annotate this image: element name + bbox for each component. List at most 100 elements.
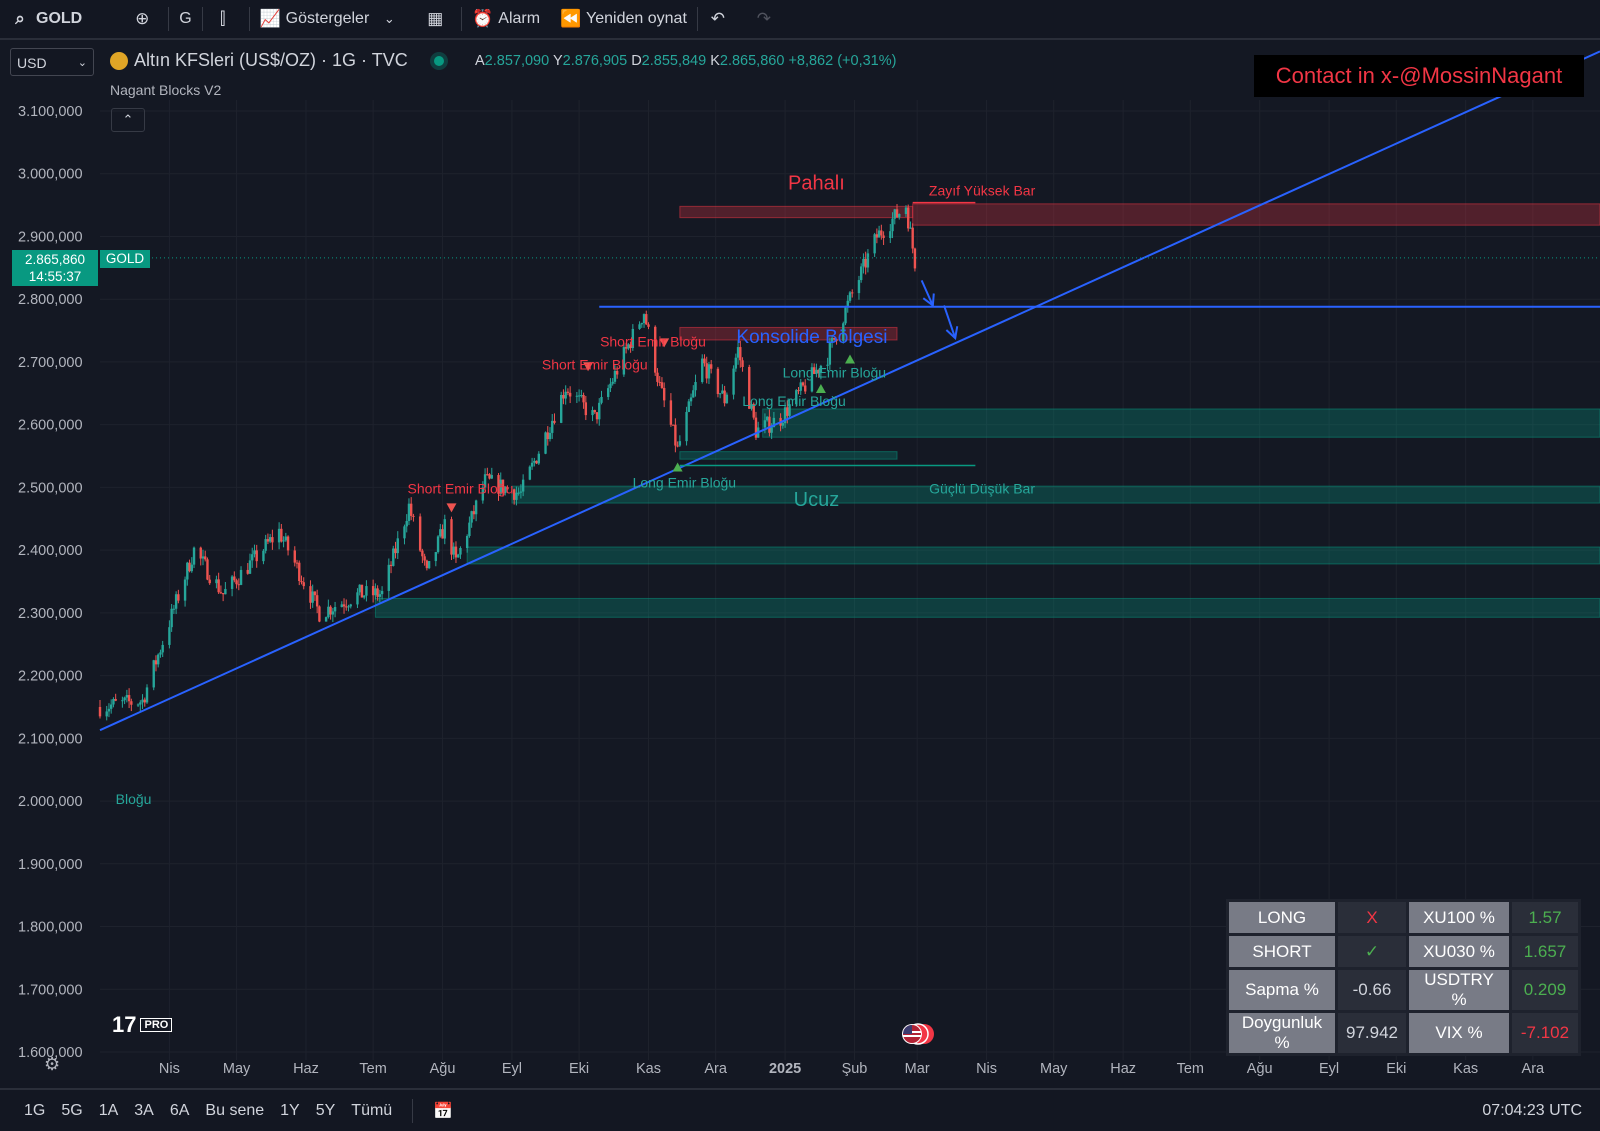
- signal-value: 97.942: [1338, 1013, 1406, 1053]
- long-marker: [845, 354, 855, 364]
- timeframe-1g[interactable]: 1G: [16, 1102, 53, 1120]
- timeframe-bu-sene[interactable]: Bu sene: [197, 1102, 272, 1120]
- currency-select[interactable]: USD ⌄: [10, 48, 94, 76]
- timeframe-5y[interactable]: 5Y: [308, 1102, 344, 1120]
- candle-body: [674, 424, 677, 446]
- candle-body: [857, 280, 861, 294]
- redo-icon: ↷: [756, 9, 772, 28]
- candle-body: [349, 604, 352, 607]
- candle-body: [692, 390, 695, 398]
- candle-body: [490, 475, 493, 479]
- alarm-button[interactable]: ⏰ Alarm: [462, 0, 550, 38]
- candle-body: [237, 584, 241, 586]
- y-tick-label: 2.100,000: [18, 731, 83, 747]
- candle-body: [130, 701, 133, 705]
- indicator-label[interactable]: Nagant Blocks V2: [110, 82, 221, 98]
- candle-body: [645, 314, 648, 325]
- x-tick-label: Eki: [569, 1061, 589, 1077]
- candle-body: [145, 687, 149, 703]
- x-tick-label: May: [1040, 1061, 1068, 1077]
- replay-button[interactable]: ⏪ Yeniden oynat: [550, 0, 697, 38]
- candle-body: [566, 391, 570, 393]
- top-toolbar: ⌕ GOLD ⊕ G ⫿ 📈 Göstergeler ⌄ ▦ ⏰ Alarm ⏪ Yeni…: [0, 0, 1600, 40]
- timeframe-1y[interactable]: 1Y: [272, 1102, 308, 1120]
- tradingview-logo[interactable]: 17 PRO: [112, 1012, 173, 1038]
- y-tick-label: 1.900,000: [18, 857, 83, 873]
- long-marker: [815, 384, 826, 394]
- timeframe-5g[interactable]: 5G: [53, 1102, 90, 1120]
- candle-body: [206, 559, 209, 580]
- candle-body: [544, 432, 547, 454]
- x-tick-label: Ara: [704, 1061, 728, 1077]
- symbol-search[interactable]: ⌕ GOLD: [0, 0, 92, 38]
- candle-body: [734, 357, 738, 369]
- candle-body: [331, 611, 335, 615]
- symbol-legend[interactable]: Altın KFSleri (US$/OZ) · 1G · TVC: [110, 50, 444, 71]
- candle-body: [396, 538, 399, 554]
- candle-body: [311, 591, 314, 603]
- y-tick-label: 2.800,000: [18, 292, 83, 308]
- x-tick-label: Ara: [1522, 1061, 1546, 1077]
- candle-body: [656, 372, 659, 382]
- chevron-down-icon: ⌄: [77, 57, 87, 69]
- search-icon: ⌕: [15, 9, 25, 28]
- timeframe-tümü[interactable]: Tümü: [343, 1102, 400, 1120]
- candle-body: [864, 258, 867, 268]
- indicators-button[interactable]: 📈 Göstergeler ⌄: [250, 0, 416, 38]
- signal-label: USDTRY %: [1409, 970, 1509, 1010]
- interval-button[interactable]: G: [169, 0, 201, 38]
- candle-body: [412, 515, 415, 517]
- candle-body: [893, 209, 896, 219]
- candle-body: [486, 474, 489, 476]
- y-tick-label: 2.300,000: [18, 606, 83, 622]
- candle-body: [862, 258, 865, 267]
- timeframe-6a[interactable]: 6A: [162, 1102, 198, 1120]
- candle-body: [235, 580, 238, 585]
- collapse-legend-button[interactable]: ⌃: [111, 108, 145, 132]
- candle-body: [723, 390, 726, 404]
- candle-body: [157, 654, 160, 665]
- candle-body: [188, 562, 191, 572]
- layouts-button[interactable]: ▦: [415, 0, 461, 38]
- candle-body: [221, 593, 225, 595]
- candle-body: [154, 660, 158, 665]
- undo-button[interactable]: ↶: [698, 0, 744, 38]
- chart-annotation: Long Emir Bloğu: [633, 474, 737, 490]
- candle-body: [421, 550, 424, 557]
- candle-body: [882, 235, 885, 239]
- contact-banner: Contact in x-@MossinNagant: [1254, 55, 1584, 97]
- x-tick-label: Ağu: [430, 1061, 456, 1077]
- grid-icon: ▦: [427, 9, 444, 28]
- chart-type-button[interactable]: ⫿: [203, 0, 249, 38]
- candle-body: [161, 644, 164, 653]
- y-tick-label: 3.000,000: [18, 167, 83, 183]
- candle-body: [255, 550, 258, 562]
- undo-icon: ↶: [710, 9, 726, 28]
- candle-body: [517, 492, 520, 494]
- candle-body: [913, 248, 917, 269]
- compare-button[interactable]: ⊕: [122, 0, 168, 38]
- timeframe-1a[interactable]: 1A: [91, 1102, 127, 1120]
- candle-body: [457, 554, 460, 558]
- candle-body: [282, 540, 285, 542]
- y-tick-label: 2.700,000: [18, 355, 83, 371]
- candle-body: [143, 699, 146, 703]
- timeframe-3a[interactable]: 3A: [126, 1102, 162, 1120]
- us-flag-icon[interactable]: [900, 1022, 936, 1046]
- redo-button[interactable]: ↷: [744, 0, 790, 38]
- settings-gear-icon[interactable]: ⚙: [44, 1054, 60, 1075]
- ohlc-values: A2.857,090 Y2.876,905 D2.855,849 K2.865,…: [475, 53, 896, 69]
- candle-body: [895, 209, 899, 218]
- high-label: Y: [552, 53, 563, 69]
- signal-value: X: [1338, 902, 1406, 933]
- candle-body: [199, 547, 202, 559]
- date-range-button[interactable]: 📅: [425, 1101, 461, 1121]
- utc-clock[interactable]: 07:04:23 UTC: [1474, 1102, 1590, 1120]
- candle-body: [638, 324, 641, 329]
- candle-body: [685, 411, 688, 442]
- candle-body: [642, 314, 646, 324]
- candle-body: [705, 363, 708, 379]
- logo-mark: 17: [112, 1012, 137, 1037]
- x-tick-label: Eyl: [1319, 1061, 1339, 1077]
- x-tick-label: Tem: [359, 1061, 386, 1077]
